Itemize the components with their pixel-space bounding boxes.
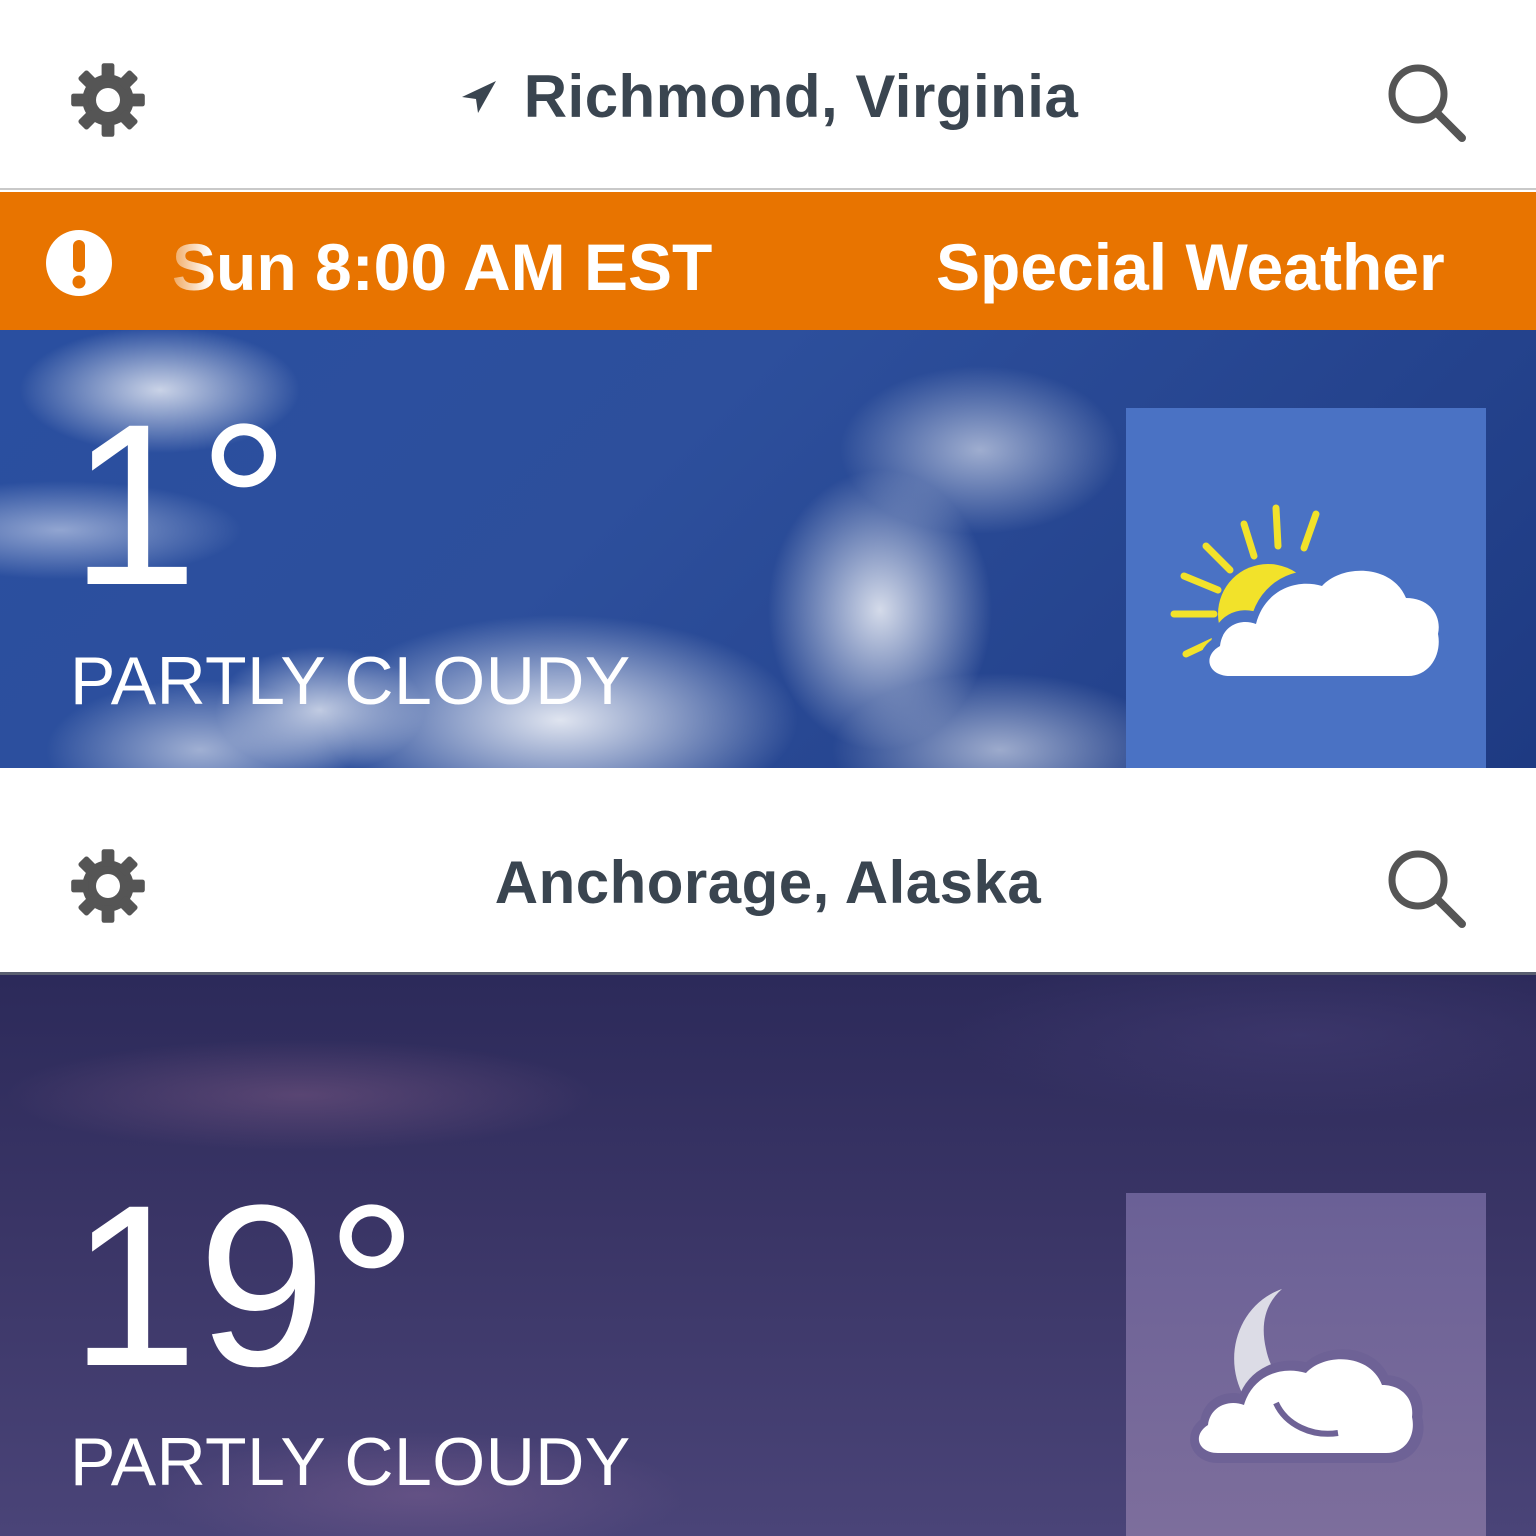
- exclamation-icon: [44, 228, 114, 298]
- condition-label: PARTLY CLOUDY: [70, 643, 631, 719]
- location-arrow-icon: [458, 77, 498, 117]
- city-name: Richmond, Virginia: [523, 63, 1079, 130]
- alert-fade-left: [150, 200, 210, 320]
- search-icon[interactable]: [1384, 60, 1468, 144]
- alert-message: Special Weather: [936, 230, 1445, 304]
- alert-fade-right: [1480, 200, 1536, 320]
- bottom-header: Anchorage, Alaska: [0, 780, 1536, 974]
- partly-cloudy-night-icon: [1126, 1193, 1486, 1536]
- temperature: 19°: [70, 1157, 418, 1414]
- search-icon[interactable]: [1384, 846, 1468, 930]
- partly-cloudy-day-icon: [1126, 408, 1486, 770]
- city-title[interactable]: Richmond, Virginia: [0, 62, 1536, 132]
- top-header: Richmond, Virginia: [0, 0, 1536, 190]
- city-title[interactable]: Anchorage, Alaska: [0, 848, 1536, 918]
- day-sky-background: 1° PARTLY CLOUDY: [0, 330, 1536, 770]
- temperature: 1°: [70, 376, 290, 633]
- condition-label: PARTLY CLOUDY: [70, 1424, 631, 1500]
- city-name: Anchorage, Alaska: [494, 849, 1042, 916]
- status-bar-remnant: [0, 768, 1536, 780]
- alert-time: Sun 8:00 AM EST: [172, 230, 713, 304]
- night-sky-background: 19° PARTLY CLOUDY: [0, 975, 1536, 1536]
